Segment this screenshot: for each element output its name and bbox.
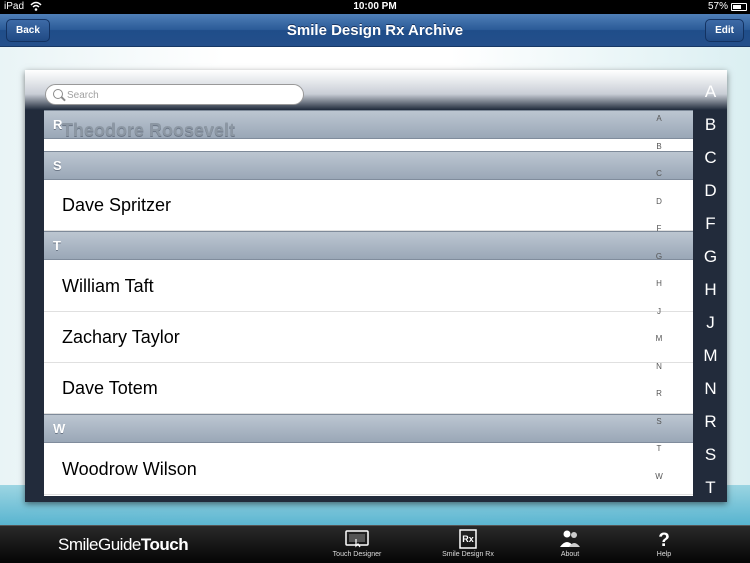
mini-index-letter[interactable]: A <box>649 114 669 142</box>
ghost-row: Theodore Roosevelt <box>62 120 236 140</box>
mini-index-letter[interactable]: M <box>649 334 669 362</box>
mini-index-letter[interactable]: R <box>649 389 669 417</box>
clock: 10:00 PM <box>353 1 397 12</box>
index-letter[interactable]: T <box>694 471 727 504</box>
list-item[interactable]: Woodrow Wilson <box>44 444 693 495</box>
mini-index-letter[interactable]: J <box>649 307 669 335</box>
section-header-t: T <box>44 231 693 260</box>
index-letter[interactable]: G <box>694 240 727 273</box>
index-letter[interactable]: N <box>694 372 727 405</box>
search-icon <box>53 89 63 99</box>
mini-index-letter[interactable]: C <box>649 169 669 197</box>
battery-percent: 57% <box>707 1 728 12</box>
touch-designer-icon <box>345 530 369 548</box>
tab-about[interactable]: About <box>535 529 605 563</box>
section-letter: R <box>53 117 63 132</box>
list-item[interactable]: Dave Totem <box>44 363 693 414</box>
tab-bar: SmileGuideTouch Touch Designer Rx Smile … <box>0 525 750 563</box>
tab-label: Touch Designer <box>332 551 382 558</box>
section-letter: W <box>53 421 66 436</box>
section-letter: S <box>53 158 62 173</box>
mini-index-letter[interactable]: D <box>649 197 669 225</box>
list-item[interactable]: Dave Spritzer <box>44 180 693 231</box>
mini-index-letter[interactable]: W <box>649 472 669 500</box>
question-icon: ? <box>658 530 670 549</box>
mini-index-letter[interactable]: N <box>649 362 669 390</box>
mini-index-letter[interactable]: B <box>649 142 669 170</box>
section-header-w: W <box>44 414 693 443</box>
brand-bold: Touch <box>140 535 189 554</box>
status-bar: iPad 10:00 PM 57% <box>0 0 750 14</box>
battery-icon <box>731 3 747 11</box>
tab-label: Smile Design Rx <box>442 551 494 558</box>
svg-text:Rx: Rx <box>462 534 474 544</box>
navigation-bar: Back Smile Design Rx Archive Edit <box>0 14 750 47</box>
tab-label: About <box>560 551 580 558</box>
patient-list[interactable]: R Theodore Roosevelt S Dave Spritzer T W… <box>44 110 693 496</box>
list-item[interactable]: Zachary Taylor <box>44 312 693 363</box>
search-input[interactable] <box>67 88 287 102</box>
mini-section-index[interactable]: A B C D F G H J M N R S T W <box>649 114 669 499</box>
section-header-s: S <box>44 151 693 180</box>
index-letter[interactable]: R <box>694 405 727 438</box>
mini-index-letter[interactable]: S <box>649 417 669 445</box>
index-letter[interactable]: M <box>694 339 727 372</box>
search-bar[interactable] <box>45 84 304 105</box>
archive-panel: R Theodore Roosevelt S Dave Spritzer T W… <box>25 70 727 502</box>
tab-touch-designer[interactable]: Touch Designer <box>322 529 392 563</box>
rx-icon: Rx <box>459 529 477 549</box>
tab-help[interactable]: ? Help <box>629 529 699 563</box>
tab-label: Help <box>656 551 672 558</box>
index-letter[interactable]: J <box>694 306 727 339</box>
svg-text:?: ? <box>658 530 670 549</box>
alphabet-index[interactable]: A B C D F G H J M N R S T <box>694 75 727 504</box>
people-icon <box>560 530 580 547</box>
section-header-r: R Theodore Roosevelt <box>44 110 693 140</box>
mini-index-letter[interactable]: F <box>649 224 669 252</box>
edit-button[interactable]: Edit <box>705 19 744 42</box>
brand-logo: SmileGuideTouch <box>58 535 189 555</box>
index-letter[interactable]: F <box>694 207 727 240</box>
index-letter[interactable]: H <box>694 273 727 306</box>
index-letter[interactable]: S <box>694 438 727 471</box>
index-letter[interactable]: A <box>694 75 727 108</box>
mini-index-letter[interactable]: G <box>649 252 669 280</box>
mini-index-letter[interactable]: T <box>649 444 669 472</box>
index-letter[interactable]: C <box>694 141 727 174</box>
mini-index-letter[interactable]: H <box>649 279 669 307</box>
section-letter: T <box>53 238 61 253</box>
brand-light: SmileGuide <box>58 535 141 554</box>
list-item[interactable]: William Taft <box>44 261 693 312</box>
index-letter[interactable]: B <box>694 108 727 141</box>
tab-smile-design-rx[interactable]: Rx Smile Design Rx <box>433 529 503 563</box>
page-title: Smile Design Rx Archive <box>286 22 464 39</box>
index-letter[interactable]: D <box>694 174 727 207</box>
